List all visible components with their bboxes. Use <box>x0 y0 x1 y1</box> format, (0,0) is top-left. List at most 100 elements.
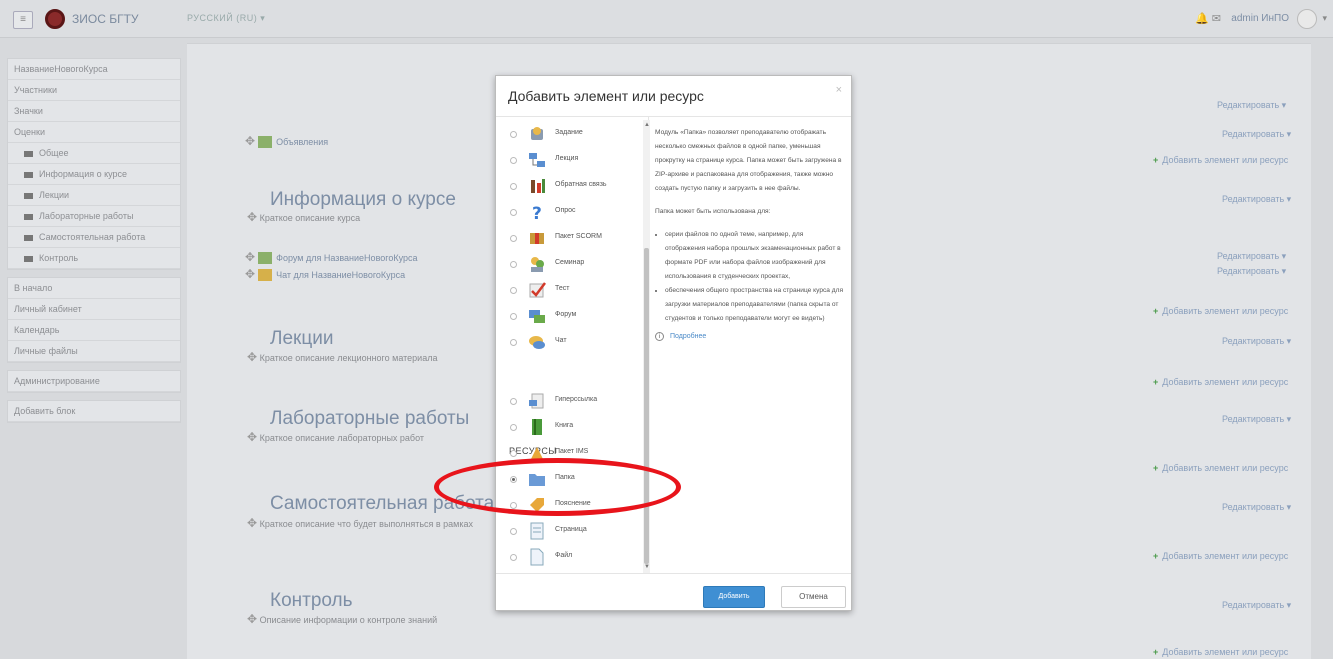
edit-menu[interactable]: Редактировать ▾ <box>1222 600 1291 611</box>
move-icon[interactable]: ✥ <box>247 516 257 530</box>
radio-button[interactable] <box>510 287 517 294</box>
add-activity-link[interactable]: Добавить элемент или ресурс <box>1153 463 1288 473</box>
radio-button[interactable] <box>510 313 517 320</box>
radio-button[interactable] <box>510 209 517 216</box>
sidebar-item-course-info[interactable]: Информация о курсе <box>8 164 180 185</box>
sidebar-item-course[interactable]: НазваниеНовогоКурса <box>8 59 180 80</box>
sidebar-item-files[interactable]: Личные файлы <box>8 341 180 362</box>
add-button[interactable]: Добавить <box>703 586 765 608</box>
avatar[interactable] <box>1297 9 1317 29</box>
sidebar-item-selfwork[interactable]: Самостоятельная работа <box>8 227 180 248</box>
add-block-button[interactable]: Добавить блок <box>8 401 180 422</box>
add-activity-link[interactable]: Добавить элемент или ресурс <box>1153 306 1288 316</box>
edit-menu[interactable]: Редактировать ▾ <box>1222 194 1291 205</box>
option-scorm[interactable]: Пакет SCORM <box>496 226 641 252</box>
radio-button[interactable] <box>510 528 517 535</box>
edit-menu[interactable]: Редактировать ▾ <box>1222 129 1291 140</box>
add-activity-link[interactable]: Добавить элемент или ресурс <box>1153 647 1288 657</box>
cancel-button[interactable]: Отмена <box>781 586 846 608</box>
option-folder[interactable]: Папка <box>496 467 641 493</box>
chat-activity[interactable]: ✥ Чат для НазваниеНовогоКурса <box>245 267 405 282</box>
radio-button[interactable] <box>510 398 517 405</box>
option-label[interactable]: Пояснение <box>496 493 641 519</box>
sidebar-item-dashboard[interactable]: Личный кабинет <box>8 299 180 320</box>
edit-menu[interactable]: Редактировать ▾ <box>1222 414 1291 425</box>
add-activity-link[interactable]: Добавить элемент или ресурс <box>1153 155 1288 165</box>
move-icon[interactable]: ✥ <box>247 430 257 444</box>
option-chat[interactable]: Чат <box>496 330 641 356</box>
link-icon <box>528 392 546 410</box>
sidebar-item-home[interactable]: В начало <box>8 278 180 299</box>
sidebar-item-lectures[interactable]: Лекции <box>8 185 180 206</box>
edit-menu[interactable]: Редактировать ▾ <box>1217 266 1286 277</box>
option-file[interactable]: Файл <box>496 545 641 571</box>
site-name[interactable]: ЗИОС БГТУ <box>72 12 139 26</box>
move-icon[interactable]: ✥ <box>245 267 255 281</box>
option-book[interactable]: Книга <box>496 415 641 441</box>
scrollbar-thumb[interactable] <box>644 248 649 564</box>
more-help-link[interactable]: i Подробнее <box>655 330 845 344</box>
radio-button[interactable] <box>510 424 517 431</box>
radio-button[interactable] <box>510 554 517 561</box>
section-title[interactable]: Лекции <box>270 328 333 350</box>
edit-menu[interactable]: Редактировать ▾ <box>1217 100 1286 111</box>
option-lesson[interactable]: Лекция <box>496 148 641 174</box>
folder-icon <box>24 150 33 157</box>
move-icon[interactable]: ✥ <box>247 350 257 364</box>
edit-menu[interactable]: Редактировать ▾ <box>1222 502 1291 513</box>
radio-button[interactable] <box>510 261 517 268</box>
menu-icon[interactable]: ≡ <box>13 11 33 29</box>
user-name[interactable]: admin ИнПО <box>1231 13 1289 24</box>
section-title[interactable]: Самостоятельная работа <box>270 493 494 515</box>
add-activity-link[interactable]: Добавить элемент или ресурс <box>1153 551 1288 561</box>
radio-button[interactable] <box>510 235 517 242</box>
sidebar-item-badges[interactable]: Значки <box>8 101 180 122</box>
folder-icon <box>24 192 33 199</box>
add-activity-link[interactable]: Добавить элемент или ресурс <box>1153 377 1288 387</box>
option-quiz[interactable]: Тест <box>496 278 641 304</box>
sidebar-item-admin[interactable]: Администрирование <box>8 371 180 392</box>
move-icon[interactable]: ✥ <box>245 250 255 264</box>
option-feedback[interactable]: Обратная связь <box>496 174 641 200</box>
sidebar-item-labs[interactable]: Лабораторные работы <box>8 206 180 227</box>
radio-button[interactable] <box>510 183 517 190</box>
option-page[interactable]: Страница <box>496 519 641 545</box>
scroll-up-icon[interactable]: ▲ <box>644 122 650 128</box>
radio-button[interactable] <box>510 157 517 164</box>
option-url[interactable]: Гиперссылка <box>496 389 641 415</box>
options-scrollbar[interactable]: ▲ ▼ <box>643 120 650 573</box>
sidebar-item-calendar[interactable]: Календарь <box>8 320 180 341</box>
section-title[interactable]: Лабораторные работы <box>270 408 469 430</box>
edit-menu[interactable]: Редактировать ▾ <box>1217 251 1286 262</box>
sidebar-item-control[interactable]: Контроль <box>8 248 180 269</box>
option-assignment[interactable]: Задание <box>496 122 641 148</box>
language-selector[interactable]: РУССКИЙ (RU) ▾ <box>187 13 265 24</box>
forum-activity[interactable]: ✥ Форум для НазваниеНовогоКурса <box>245 250 418 265</box>
edit-menu[interactable]: Редактировать ▾ <box>1222 336 1291 347</box>
news-activity[interactable]: ✥ Объявления <box>245 134 328 149</box>
section-title[interactable]: Контроль <box>270 590 353 612</box>
option-choice[interactable]: ? Опрос <box>496 200 641 226</box>
move-icon[interactable]: ✥ <box>247 612 257 626</box>
scroll-down-icon[interactable]: ▼ <box>644 564 650 570</box>
close-icon[interactable]: × <box>836 84 842 96</box>
option-forum[interactable]: Форум <box>496 304 641 330</box>
page-icon <box>528 522 546 540</box>
option-ims-package[interactable]: Пакет IMS <box>496 441 641 467</box>
radio-button[interactable] <box>510 450 517 457</box>
notification-icons[interactable]: 🔔 ✉ <box>1195 12 1221 25</box>
university-seal-logo[interactable] <box>45 9 65 29</box>
move-icon[interactable]: ✥ <box>245 134 255 148</box>
chevron-down-icon[interactable]: ▾ <box>1322 13 1327 24</box>
sidebar-item-participants[interactable]: Участники <box>8 80 180 101</box>
option-workshop[interactable]: Семинар <box>496 252 641 278</box>
radio-button[interactable] <box>510 131 517 138</box>
radio-button-selected[interactable] <box>510 476 517 483</box>
sidebar-item-general[interactable]: Общее <box>8 143 180 164</box>
move-icon[interactable]: ✥ <box>247 210 257 224</box>
section-title[interactable]: Информация о курсе <box>270 189 456 211</box>
forum-icon <box>258 136 273 149</box>
radio-button[interactable] <box>510 339 517 346</box>
radio-button[interactable] <box>510 502 517 509</box>
sidebar-item-grades[interactable]: Оценки <box>8 122 180 143</box>
